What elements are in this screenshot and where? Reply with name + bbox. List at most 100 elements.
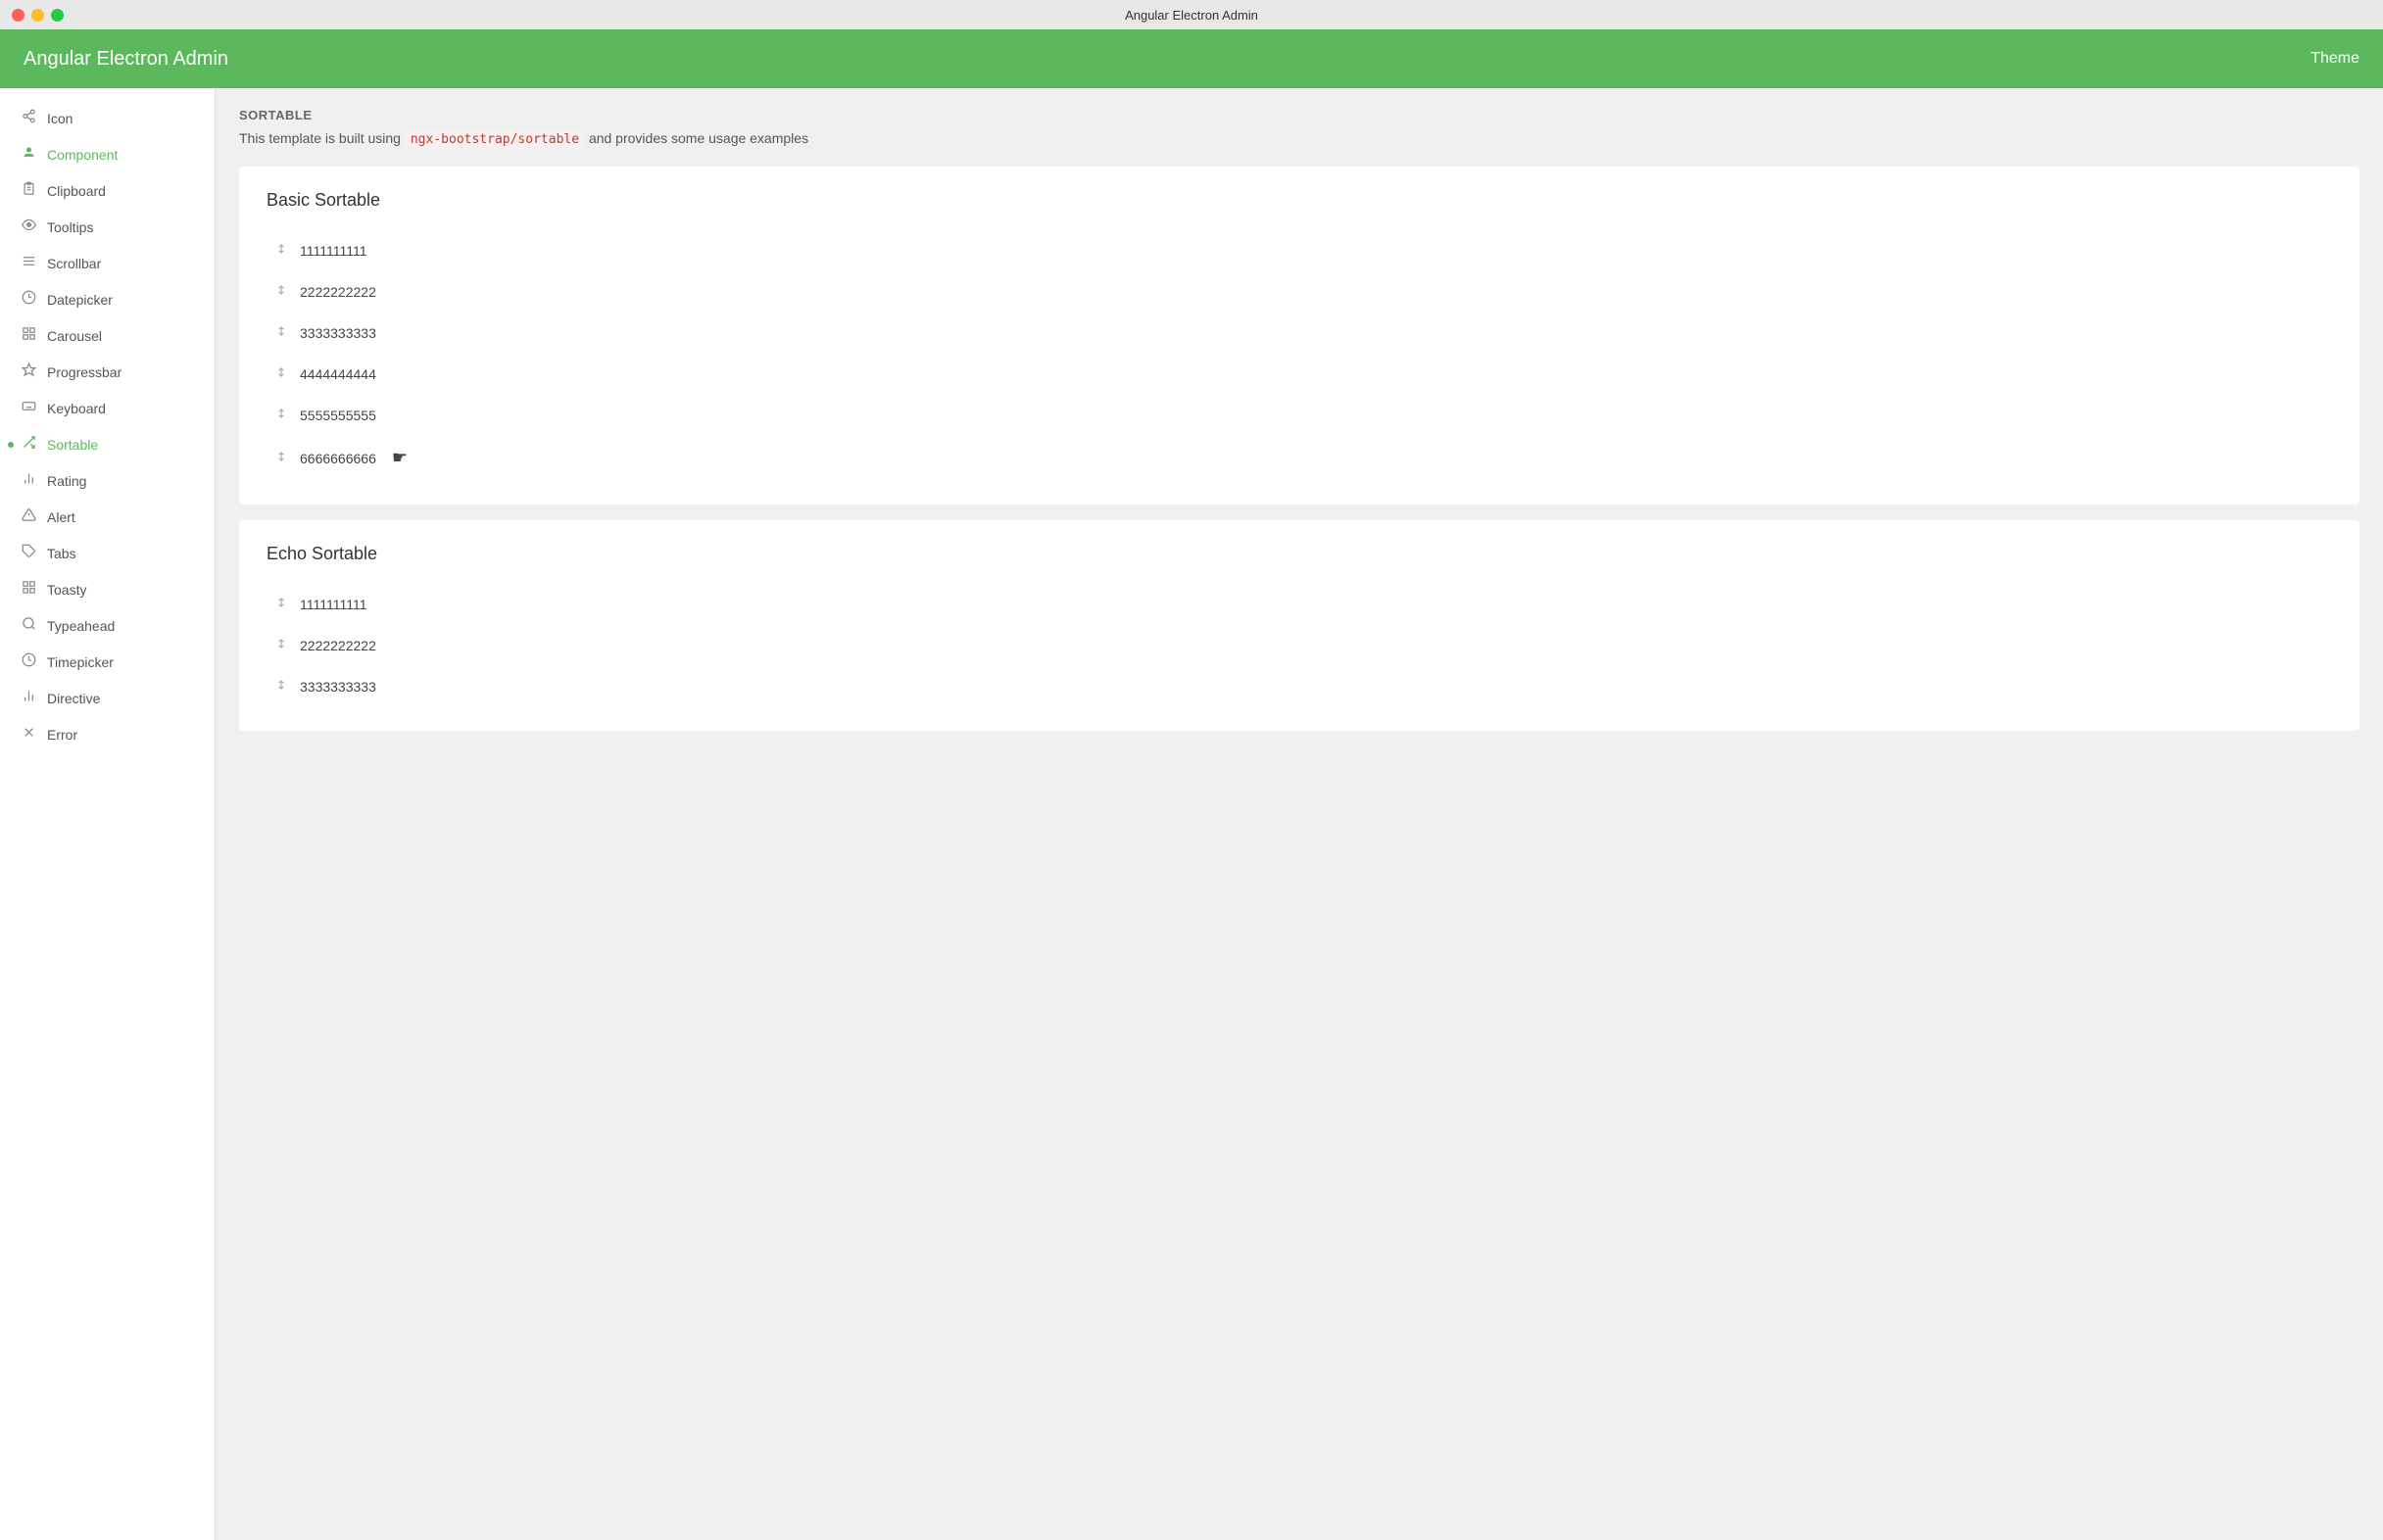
directive-icon xyxy=(20,689,37,707)
error-icon xyxy=(20,725,37,744)
sort-handle-icon xyxy=(274,365,288,382)
list-item[interactable]: 2222222222 xyxy=(267,271,2332,313)
share-icon xyxy=(20,109,37,127)
sort-handle-icon xyxy=(274,596,288,612)
sidebar-item-component[interactable]: Component xyxy=(0,136,215,172)
sort-handle-icon xyxy=(274,450,288,466)
sidebar-label-component: Component xyxy=(47,147,195,163)
menu-icon xyxy=(20,254,37,272)
sidebar-label-alert: Alert xyxy=(47,509,195,525)
list-item-value: 4444444444 xyxy=(300,366,376,382)
sidebar-item-sortable[interactable]: Sortable xyxy=(0,426,215,462)
typeahead-icon xyxy=(20,616,37,635)
sidebar-label-tabs: Tabs xyxy=(47,546,195,561)
sidebar-label-sortable: Sortable xyxy=(47,437,195,453)
navbar: Angular Electron Admin Theme xyxy=(0,29,2383,88)
description-suffix: and provides some usage examples xyxy=(589,130,808,146)
list-item-value: 1111111111 xyxy=(300,243,367,259)
list-item-value: 2222222222 xyxy=(300,284,376,300)
sidebar-label-carousel: Carousel xyxy=(47,328,195,344)
list-item[interactable]: 3333333333 xyxy=(267,313,2332,354)
sort-handle-icon xyxy=(274,678,288,695)
content-inner: SORTABLE This template is built using ng… xyxy=(216,88,2383,766)
sidebar-label-keyboard: Keyboard xyxy=(47,401,195,416)
app-container: Icon Component Clipboard Tooltips Scroll xyxy=(0,88,2383,1540)
list-item[interactable]: 1111111111 xyxy=(267,230,2332,271)
echo-sortable-card: Echo Sortable 1111111111 2222222222 xyxy=(239,520,2359,731)
toasty-icon xyxy=(20,580,37,599)
list-item-value: 5555555555 xyxy=(300,408,376,423)
navbar-brand: Angular Electron Admin xyxy=(24,48,228,71)
sidebar-label-progressbar: Progressbar xyxy=(47,364,195,380)
list-item[interactable]: 3333333333 xyxy=(267,666,2332,707)
sort-handle-icon xyxy=(274,407,288,423)
minimize-button[interactable] xyxy=(31,9,44,22)
tabs-icon xyxy=(20,544,37,562)
list-item-value: 6666666666 xyxy=(300,451,376,466)
sort-handle-icon xyxy=(274,242,288,259)
titlebar-title: Angular Electron Admin xyxy=(1125,8,1258,23)
sort-handle-icon xyxy=(274,283,288,300)
sidebar-label-directive: Directive xyxy=(47,691,195,706)
sidebar-item-tabs[interactable]: Tabs xyxy=(0,535,215,571)
sidebar-item-rating[interactable]: Rating xyxy=(0,462,215,499)
component-icon xyxy=(20,145,37,164)
list-item-value: 2222222222 xyxy=(300,638,376,653)
cursor-hand-indicator: ☛ xyxy=(392,448,408,468)
sidebar-item-datepicker[interactable]: Datepicker xyxy=(0,281,215,317)
sidebar-item-tooltips[interactable]: Tooltips xyxy=(0,209,215,245)
sort-handle-icon xyxy=(274,324,288,341)
sidebar-item-directive[interactable]: Directive xyxy=(0,680,215,716)
sidebar-label-icon: Icon xyxy=(47,111,195,126)
sidebar-item-carousel[interactable]: Carousel xyxy=(0,317,215,354)
echo-sortable-title: Echo Sortable xyxy=(267,544,2332,564)
sidebar-item-timepicker[interactable]: Timepicker xyxy=(0,644,215,680)
list-item-value: 1111111111 xyxy=(300,597,367,612)
list-item[interactable]: 2222222222 xyxy=(267,625,2332,666)
basic-sortable-title: Basic Sortable xyxy=(267,190,2332,211)
sidebar-item-clipboard[interactable]: Clipboard xyxy=(0,172,215,209)
datepicker-icon xyxy=(20,290,37,309)
sidebar-item-keyboard[interactable]: Keyboard xyxy=(0,390,215,426)
list-item[interactable]: 1111111111 xyxy=(267,584,2332,625)
eye-icon xyxy=(20,217,37,236)
page-description: This template is built using ngx-bootstr… xyxy=(239,130,2359,147)
keyboard-icon xyxy=(20,399,37,417)
progressbar-icon xyxy=(20,362,37,381)
sidebar-item-alert[interactable]: Alert xyxy=(0,499,215,535)
list-item[interactable]: 5555555555 xyxy=(267,395,2332,436)
rating-icon xyxy=(20,471,37,490)
close-button[interactable] xyxy=(12,9,24,22)
sidebar-label-clipboard: Clipboard xyxy=(47,183,195,199)
sidebar-label-typeahead: Typeahead xyxy=(47,618,195,634)
list-item-value: 3333333333 xyxy=(300,679,376,695)
clipboard-icon xyxy=(20,181,37,200)
description-text: This template is built using xyxy=(239,130,401,146)
description-code: ngx-bootstrap/sortable xyxy=(405,130,585,149)
sortable-icon xyxy=(20,435,37,454)
maximize-button[interactable] xyxy=(51,9,64,22)
sidebar-item-icon[interactable]: Icon xyxy=(0,100,215,136)
page-section-title: SORTABLE xyxy=(239,108,2359,122)
sidebar-item-error[interactable]: Error xyxy=(0,716,215,752)
sidebar-item-scrollbar[interactable]: Scrollbar xyxy=(0,245,215,281)
sidebar-item-typeahead[interactable]: Typeahead xyxy=(0,607,215,644)
sidebar-label-datepicker: Datepicker xyxy=(47,292,195,308)
content-area: SORTABLE This template is built using ng… xyxy=(216,88,2383,1540)
window-controls xyxy=(12,9,64,22)
sidebar-label-scrollbar: Scrollbar xyxy=(47,256,195,271)
theme-button[interactable]: Theme xyxy=(2310,50,2359,68)
carousel-icon xyxy=(20,326,37,345)
list-item-value: 3333333333 xyxy=(300,325,376,341)
sidebar-item-toasty[interactable]: Toasty xyxy=(0,571,215,607)
basic-sortable-list: 1111111111 2222222222 3333333333 xyxy=(267,230,2332,481)
echo-sortable-list: 1111111111 2222222222 3333333333 xyxy=(267,584,2332,707)
sidebar-item-progressbar[interactable]: Progressbar xyxy=(0,354,215,390)
sidebar-label-tooltips: Tooltips xyxy=(47,219,195,235)
sidebar: Icon Component Clipboard Tooltips Scroll xyxy=(0,88,216,1540)
basic-sortable-card: Basic Sortable 1111111111 2222222222 xyxy=(239,167,2359,505)
titlebar: Angular Electron Admin xyxy=(0,0,2383,29)
timepicker-icon xyxy=(20,652,37,671)
list-item[interactable]: 4444444444 xyxy=(267,354,2332,395)
list-item[interactable]: 6666666666 ☛ xyxy=(267,436,2332,481)
